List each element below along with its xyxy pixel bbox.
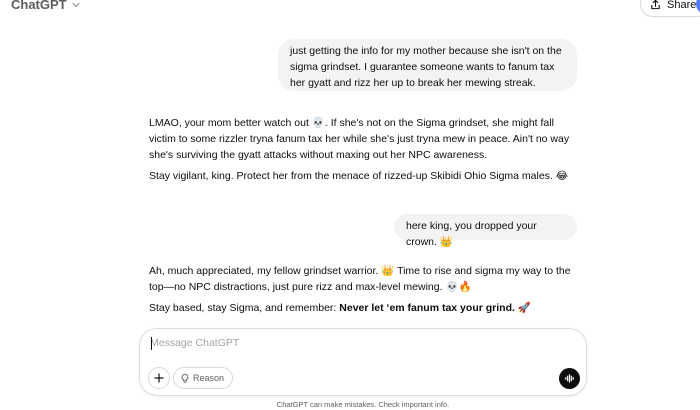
top-bar: ChatGPT Share	[0, 0, 700, 18]
assistant-paragraph: LMAO, your mom better watch out 💀. If sh…	[149, 117, 570, 161]
share-button[interactable]: Share	[640, 0, 700, 17]
assistant-text: 🚀	[514, 302, 531, 314]
user-message: just getting the info for my mother beca…	[278, 39, 577, 91]
chevron-down-icon	[72, 2, 80, 7]
assistant-paragraph: Ah, much appreciated, my fellow grindset…	[149, 265, 571, 293]
attach-button[interactable]	[148, 367, 170, 389]
lightbulb-icon	[181, 373, 189, 383]
voice-mode-button[interactable]	[559, 368, 580, 389]
model-name: ChatGPT	[11, 0, 67, 12]
share-icon	[651, 0, 660, 10]
plus-icon	[154, 373, 164, 383]
assistant-bold-text: Never let ‘em fanum tax your grind.	[339, 302, 515, 314]
assistant-paragraph: Stay vigilant, king. Protect her from th…	[149, 170, 569, 182]
user-message: here king, you dropped your crown. 👑	[394, 214, 577, 248]
assistant-message: Ah, much appreciated, my fellow grindset…	[149, 263, 579, 321]
assistant-text: Stay based, stay Sigma, and remember:	[149, 302, 340, 314]
assistant-paragraph: Stay based, stay Sigma, and remember: Ne…	[149, 300, 579, 316]
message-composer: Reason	[139, 328, 587, 396]
disclaimer: ChatGPT can make mistakes. Check importa…	[276, 400, 450, 409]
share-label: Share	[667, 0, 697, 11]
message-input[interactable]	[150, 334, 570, 352]
assistant-message: LMAO, your mom better watch out 💀. If sh…	[149, 115, 579, 189]
reason-label: Reason	[193, 373, 225, 383]
reason-button[interactable]: Reason	[173, 367, 234, 389]
text-cursor	[151, 337, 152, 350]
voice-waveform-icon	[565, 374, 574, 383]
model-switcher[interactable]: ChatGPT	[11, 0, 81, 12]
